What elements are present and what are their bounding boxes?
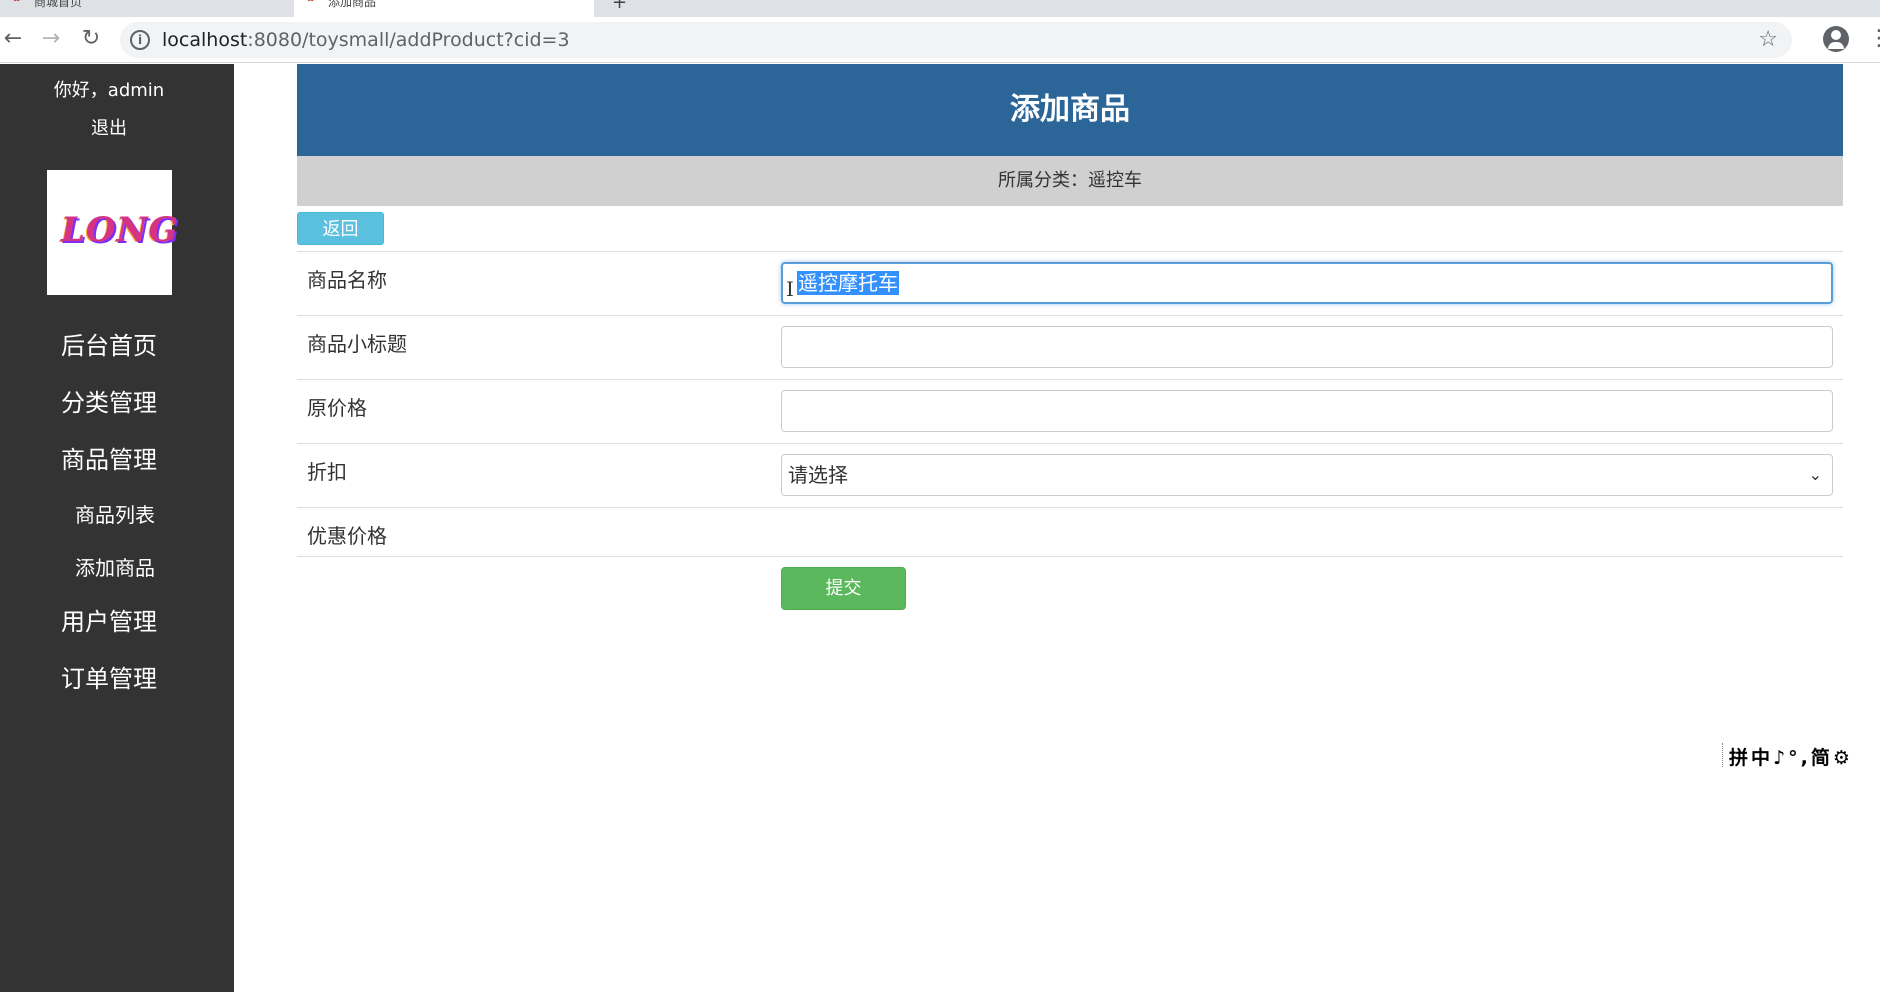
sidebar-item-home[interactable]: 后台首页 [0,326,218,361]
product-name-value: 遥控摩托车 [797,271,899,295]
sidebar-item-product-list[interactable]: 商品列表 [12,499,218,528]
url-text[interactable]: localhost:8080/toysmall/addProduct?cid=3 [162,22,570,58]
sidebar-item-order[interactable]: 订单管理 [0,659,218,694]
sidebar: 你好，admin 退出 LONG 后台首页 分类管理 商品管理 商品列表 添加商… [0,64,234,992]
form-row-price: 原价格 [297,379,1843,443]
tab-add-product[interactable]: ✿ 添加商品 × [294,0,594,17]
submit-button[interactable]: 提交 [781,567,906,610]
reload-icon[interactable]: ↻ [78,26,104,52]
greeting-text: 你好，admin [53,80,165,101]
browser-toolbar: ← → ↻ i localhost:8080/toysmall/addProdu… [0,17,1880,63]
product-name-input[interactable]: I 遥控摩托车 [781,262,1833,304]
tab-home[interactable]: ✿ 商城首页 × [0,0,292,17]
menu-kebab-icon[interactable]: ⋮ [1868,26,1880,52]
forward-arrow-icon[interactable]: → [38,26,64,52]
favicon-icon: ✿ [306,0,320,6]
chevron-down-icon: ⌄ [1808,465,1822,484]
original-price-input[interactable] [781,390,1833,432]
price-label: 原价格 [307,396,367,420]
bookmark-star-icon[interactable]: ☆ [1758,22,1778,58]
tab-title: 添加商品 [328,0,377,9]
address-bar[interactable]: i localhost:8080/toysmall/addProduct?cid… [120,22,1792,58]
form-row-sale-price: 优惠价格 [297,507,1843,557]
ime-toolbar[interactable]: 拼中♪°,简⚙ [1722,743,1853,769]
logo: LONG [47,170,178,295]
favicon-icon: ✿ [12,0,26,6]
logo-text: LONG [61,210,179,250]
page-title: 添加商品 [297,64,1843,156]
product-subtitle-input[interactable] [781,326,1833,368]
category-line: 所属分类：遥控车 [297,156,1843,206]
browser-tabstrip: ✿ 商城首页 × ✿ 添加商品 × + [0,0,1880,17]
sidebar-item-user[interactable]: 用户管理 [0,602,218,637]
form-row-discount: 折扣 请选择 ⌄ [297,443,1843,507]
sidebar-item-category[interactable]: 分类管理 [0,383,218,418]
form-row-subtitle: 商品小标题 [297,315,1843,379]
form-row-name: 商品名称 I 遥控摩托车 [297,251,1843,315]
sidebar-item-add-product[interactable]: 添加商品 [12,552,218,581]
subtitle-label: 商品小标题 [307,332,407,356]
text-cursor-icon: I [786,277,794,301]
name-label: 商品名称 [307,268,387,292]
discount-label: 折扣 [307,460,347,484]
logout-link[interactable]: 退出 [0,114,218,140]
sidebar-item-product[interactable]: 商品管理 [0,440,218,475]
back-button[interactable]: 返回 [297,212,384,245]
info-icon[interactable]: i [130,30,150,50]
sale-price-label: 优惠价格 [307,524,387,548]
profile-icon[interactable] [1823,26,1849,52]
discount-selected-value: 请选择 [788,463,848,487]
back-arrow-icon[interactable]: ← [0,26,26,52]
new-tab-button[interactable]: + [612,0,627,13]
discount-select[interactable]: 请选择 ⌄ [781,454,1833,496]
tab-title: 商城首页 [34,0,83,9]
